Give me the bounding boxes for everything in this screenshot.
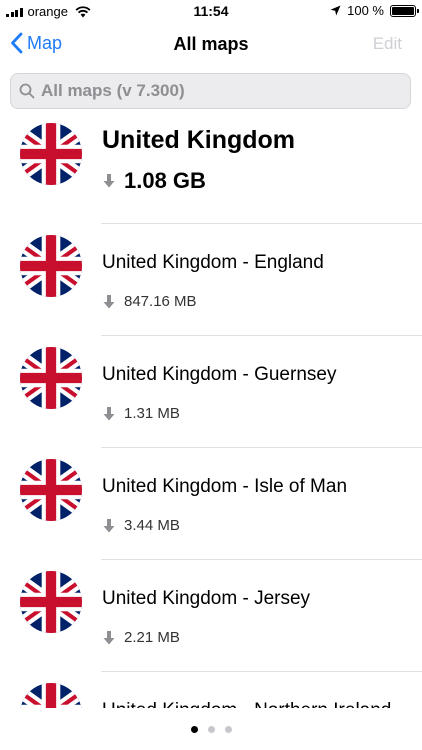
navigation-bar: Map All maps Edit: [0, 22, 422, 66]
map-size-label: 3.44 MB: [124, 517, 180, 534]
page-title: All maps: [173, 34, 249, 54]
uk-flag-icon: [20, 683, 82, 708]
map-list-item[interactable]: United Kingdom - Guernsey 1.31 MB: [0, 336, 422, 448]
page-dot[interactable]: [224, 726, 232, 733]
map-size-label: 1.31 MB: [124, 405, 180, 422]
map-size: 3.44 MB: [102, 517, 180, 534]
map-name: United Kingdom: [102, 126, 296, 154]
map-list-item[interactable]: United Kingdom 1.08 GB: [0, 112, 422, 224]
map-list-item[interactable]: United Kingdom - Isle of Man 3.44 MB: [0, 448, 422, 560]
map-name: United Kingdom - Guernsey: [102, 364, 337, 385]
map-size: 2.21 MB: [102, 629, 180, 646]
uk-flag-icon: [20, 347, 82, 409]
uk-flag-icon: [20, 571, 82, 633]
page-dot[interactable]: [207, 726, 215, 733]
download-arrow-icon[interactable]: [102, 518, 116, 534]
map-name: United Kingdom - England: [102, 252, 324, 273]
edit-button[interactable]: Edit: [373, 34, 402, 54]
download-arrow-icon[interactable]: [102, 294, 116, 310]
status-bar: orange 11:54 100 %: [0, 0, 422, 22]
map-name: United Kingdom - Isle of Man: [102, 476, 348, 497]
map-list-item[interactable]: United Kingdom - England 847.16 MB: [0, 224, 422, 336]
map-name: United Kingdom - Jersey: [102, 588, 311, 609]
search-placeholder: All maps (v 7.300): [41, 81, 185, 100]
search-icon: [19, 83, 35, 99]
search-field[interactable]: All maps (v 7.300): [10, 73, 411, 109]
map-size-label: 2.21 MB: [124, 629, 180, 646]
map-list: United Kingdom 1.08 GB United Kingdom - E…: [0, 112, 422, 708]
location-arrow-icon: [330, 5, 341, 16]
battery-icon: [390, 4, 419, 17]
uk-flag-icon: [20, 123, 82, 185]
map-size: 1.08 GB: [102, 168, 206, 194]
map-size-label: 847.16 MB: [124, 293, 197, 310]
page-dot[interactable]: [190, 726, 198, 733]
download-arrow-icon[interactable]: [102, 406, 116, 422]
page-indicator[interactable]: [0, 726, 422, 733]
uk-flag-icon: [20, 235, 82, 297]
map-size: 1.31 MB: [102, 405, 180, 422]
uk-flag-icon: [20, 459, 82, 521]
download-arrow-icon[interactable]: [102, 173, 116, 189]
map-list-item[interactable]: United Kingdom - Northern Ireland: [0, 672, 422, 708]
map-size-label: 1.08 GB: [124, 168, 206, 193]
battery-percent: 100 %: [347, 3, 384, 18]
map-list-item[interactable]: United Kingdom - Jersey 2.21 MB: [0, 560, 422, 672]
download-arrow-icon[interactable]: [102, 630, 116, 646]
map-name: United Kingdom - Northern Ireland: [102, 700, 391, 708]
map-size: 847.16 MB: [102, 293, 197, 310]
status-right: 100 %: [330, 3, 419, 18]
